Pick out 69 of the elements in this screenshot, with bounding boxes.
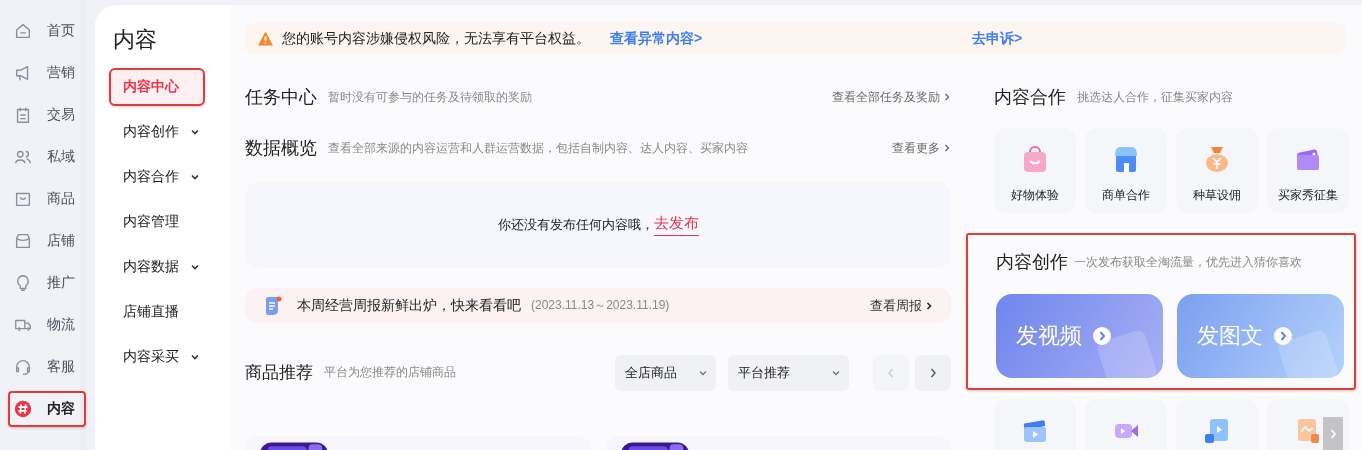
view-more-link[interactable]: 查看更多 (892, 139, 951, 157)
chevron-right-icon (925, 300, 933, 311)
nav-item[interactable]: 推广 (8, 265, 86, 301)
nav-item[interactable]: 客服 (8, 349, 86, 385)
chevron-left-icon (886, 366, 896, 379)
publish-link[interactable]: 去发布 (653, 214, 699, 236)
chevron-right-icon (943, 92, 951, 102)
shop-icon (13, 231, 33, 251)
chevron-down-icon (190, 352, 200, 362)
section-title: 商品推荐 (245, 362, 313, 384)
feature-tile[interactable]: 买家秀征集 (1267, 128, 1349, 213)
tool-tile[interactable] (1085, 399, 1167, 450)
report-message: 本周经营周报新鲜出炉，快来看看吧 (297, 296, 521, 315)
appeal-link[interactable]: 去申诉> (972, 29, 1324, 48)
section-title: 数据概览 (245, 137, 317, 160)
nav-item[interactable]: 店铺 (8, 223, 86, 259)
section-subtitle: 平台为您推荐的店铺商品 (324, 364, 456, 381)
alert-text: 您的账号内容涉嫌侵权风险，无法享有平台权益。 (282, 29, 590, 48)
filter-dropdown[interactable]: 全店商品 (615, 354, 716, 391)
submenu-item[interactable]: 内容中心 (109, 68, 205, 106)
section-title: 内容 (113, 26, 158, 54)
empty-message: 你还没有发布任何内容哦， (497, 216, 654, 234)
section-title: 内容创作 (996, 251, 1068, 274)
warning-icon (257, 30, 274, 47)
submenu-item[interactable]: 内容创作 (109, 113, 205, 151)
feature-tile[interactable]: 商单合作 (1085, 128, 1167, 213)
view-link[interactable]: 查看异常内容> (610, 29, 703, 48)
faded-decoration (1097, 330, 1157, 378)
nav-item[interactable]: 私域 (8, 139, 86, 175)
filter-dropdown[interactable]: 平台推荐 (728, 354, 849, 391)
scroll-right-button[interactable] (1323, 417, 1343, 450)
nav-item[interactable]: 商品 (8, 181, 86, 217)
view-all-link[interactable]: 查看全部任务及奖励 (832, 88, 951, 106)
chevron-right-icon (928, 366, 938, 379)
section-subtitle: 一次发布获取全淘流量，优先进入猜你喜欢 (1074, 253, 1302, 271)
report-icon (263, 294, 283, 317)
chevron-down-icon (190, 127, 200, 137)
nav-item[interactable]: 交易 (8, 97, 86, 133)
date-range: (2023.11.13～2023.11.19) (531, 297, 670, 314)
section-title: 内容合作 (994, 86, 1066, 109)
section-subtitle: 挑选达人合作，征集买家内容 (1077, 88, 1233, 106)
section-subtitle: 暂时没有可参与的任务及待领取的奖励 (328, 88, 532, 106)
chevron-down-icon (190, 172, 200, 182)
nav-item[interactable]: 物流 (8, 307, 86, 343)
submenu-item[interactable]: 内容采买 (109, 338, 205, 376)
submenu-item[interactable]: 内容管理 (109, 203, 205, 241)
tool-tile[interactable] (1176, 399, 1258, 450)
submenu-item[interactable]: 内容合作 (109, 158, 205, 196)
chevron-right-icon (943, 143, 951, 153)
next-button[interactable] (915, 354, 951, 391)
nav-item[interactable]: 内容 (8, 391, 86, 427)
arrow-circle-icon (1273, 326, 1293, 346)
view-report-link[interactable]: 查看周报 (870, 296, 933, 315)
hash-icon (13, 399, 33, 419)
tool-tile[interactable] (994, 399, 1076, 450)
chevron-down-icon (190, 262, 200, 272)
home-icon (13, 21, 33, 41)
headset-icon (13, 357, 33, 377)
feature-tile[interactable]: 种草设佣 (1176, 128, 1258, 213)
nav-item[interactable]: 营销 (8, 55, 86, 91)
feature-tile[interactable]: 好物体验 (994, 128, 1076, 213)
nav-item[interactable]: 首页 (8, 13, 86, 49)
faded-decoration (1278, 330, 1338, 378)
arrow-circle-icon (1092, 326, 1112, 346)
chevron-right-icon (1328, 427, 1338, 440)
submenu-item[interactable]: 内容数据 (109, 248, 205, 286)
section-subtitle: 查看全部来源的内容运营和人群运营数据，包括自制内容、达人内容、买家内容 (328, 139, 748, 157)
submenu-item[interactable]: 店铺直播 (109, 293, 205, 331)
section-title: 任务中心 (245, 86, 317, 109)
